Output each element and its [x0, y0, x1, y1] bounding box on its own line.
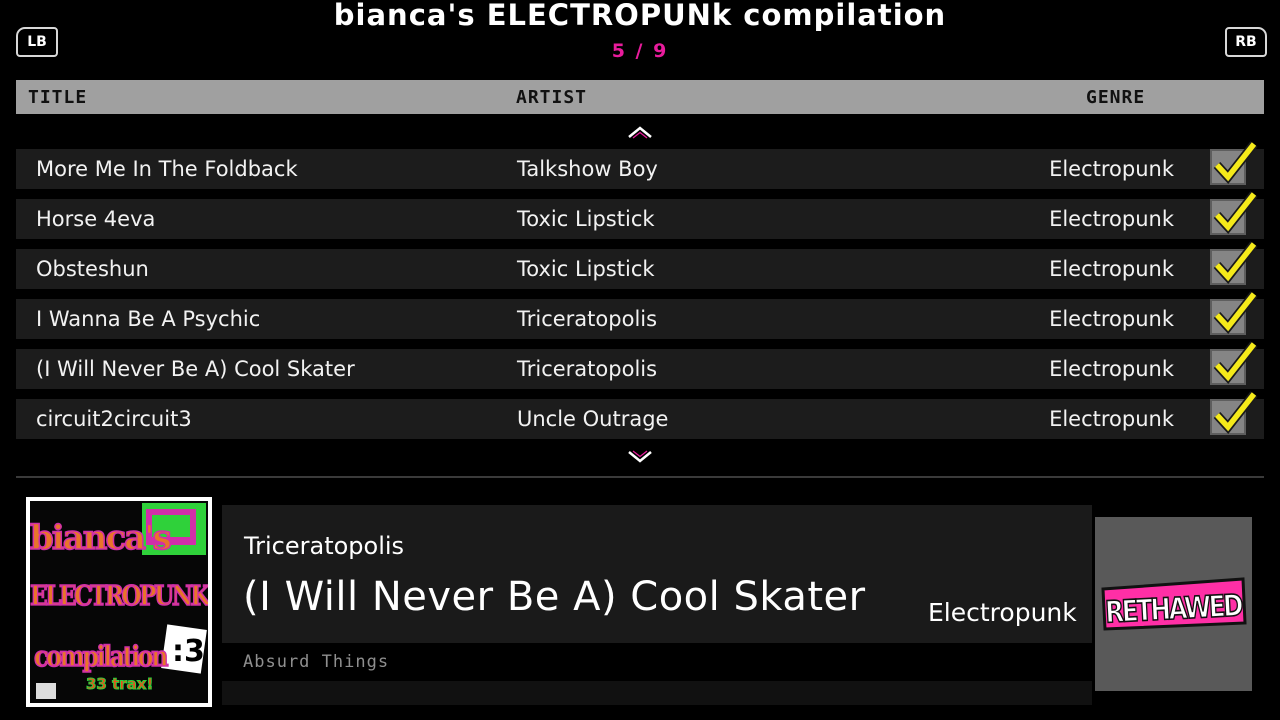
now-playing-title: (I Will Never Be A) Cool Skater	[243, 574, 866, 620]
track-row[interactable]: More Me In The Foldback Talkshow Boy Ele…	[16, 141, 1264, 189]
track-checkbox[interactable]	[1210, 141, 1258, 185]
track-checkbox[interactable]	[1210, 341, 1258, 385]
now-playing-genre: Electropunk	[928, 598, 1077, 627]
chevron-up-icon[interactable]	[626, 125, 654, 139]
track-title: Obsteshun	[36, 257, 149, 281]
now-playing-album-bar	[222, 681, 1092, 705]
column-header-row: TITLE ARTIST GENRE	[16, 80, 1264, 114]
page-counter: 5 / 9	[611, 40, 669, 62]
rb-bumper-button[interactable]: RB	[1225, 27, 1267, 57]
track-artist: Toxic Lipstick	[517, 257, 655, 281]
track-genre: Electropunk	[1049, 257, 1174, 281]
track-artist: Triceratopolis	[517, 357, 658, 381]
track-artist: Triceratopolis	[517, 307, 658, 331]
track-title: More Me In The Foldback	[36, 157, 298, 181]
track-genre: Electropunk	[1049, 157, 1174, 181]
track-checkbox[interactable]	[1210, 241, 1258, 285]
track-row-selected[interactable]: (I Will Never Be A) Cool Skater Tricerat…	[16, 341, 1264, 389]
chevron-down-icon[interactable]	[626, 450, 654, 464]
section-divider	[16, 476, 1264, 478]
column-header-genre[interactable]: GENRE	[1086, 87, 1145, 108]
track-row[interactable]: circuit2circuit3 Uncle Outrage Electropu…	[16, 391, 1264, 439]
lb-bumper-button[interactable]: LB	[16, 27, 58, 57]
track-genre: Electropunk	[1049, 407, 1174, 431]
track-title: Horse 4eva	[36, 207, 156, 231]
now-playing-album: Absurd Things	[243, 652, 390, 672]
track-artist: Toxic Lipstick	[517, 207, 655, 231]
track-list: More Me In The Foldback Talkshow Boy Ele…	[16, 141, 1264, 449]
column-header-title[interactable]: TITLE	[28, 87, 87, 108]
track-row[interactable]: Obsteshun Toxic Lipstick Electropunk	[16, 241, 1264, 289]
check-icon	[1213, 241, 1258, 284]
album-art-line1: bianca's	[30, 518, 171, 558]
check-icon	[1213, 391, 1258, 434]
logo-text: RETHAWED	[1104, 588, 1243, 630]
album-art-face: :3	[172, 634, 205, 669]
track-genre: Electropunk	[1049, 307, 1174, 331]
now-playing-artist: Triceratopolis	[244, 532, 405, 560]
check-icon	[1213, 191, 1258, 234]
album-art-line2: ELECTROPUNK	[30, 581, 208, 612]
track-artist: Uncle Outrage	[517, 407, 669, 431]
track-genre: Electropunk	[1049, 207, 1174, 231]
check-icon	[1213, 291, 1258, 334]
track-checkbox[interactable]	[1210, 391, 1258, 435]
track-title: I Wanna Be A Psychic	[36, 307, 261, 331]
track-artist: Talkshow Boy	[517, 157, 658, 181]
rethawed-logo: RETHAWED	[1101, 577, 1247, 631]
album-art-image: :3 bianca's ELECTROPUNK compilation 33 t…	[30, 501, 208, 703]
album-art: :3 bianca's ELECTROPUNK compilation 33 t…	[26, 497, 212, 707]
track-row[interactable]: Horse 4eva Toxic Lipstick Electropunk	[16, 191, 1264, 239]
check-icon	[1213, 341, 1258, 384]
page-title: bianca's ELECTROPUNk compilation	[333, 0, 947, 32]
check-icon	[1213, 141, 1258, 184]
track-genre: Electropunk	[1049, 357, 1174, 381]
track-row[interactable]: I Wanna Be A Psychic Triceratopolis Elec…	[16, 291, 1264, 339]
album-art-tag: 33 trax!	[86, 675, 153, 693]
album-art-line3: compilation	[34, 640, 168, 673]
track-checkbox[interactable]	[1210, 291, 1258, 335]
track-title: (I Will Never Be A) Cool Skater	[36, 357, 355, 381]
column-header-artist[interactable]: ARTIST	[516, 87, 587, 108]
track-title: circuit2circuit3	[36, 407, 192, 431]
game-logo: RETHAWED	[1095, 517, 1252, 691]
track-checkbox[interactable]	[1210, 191, 1258, 235]
